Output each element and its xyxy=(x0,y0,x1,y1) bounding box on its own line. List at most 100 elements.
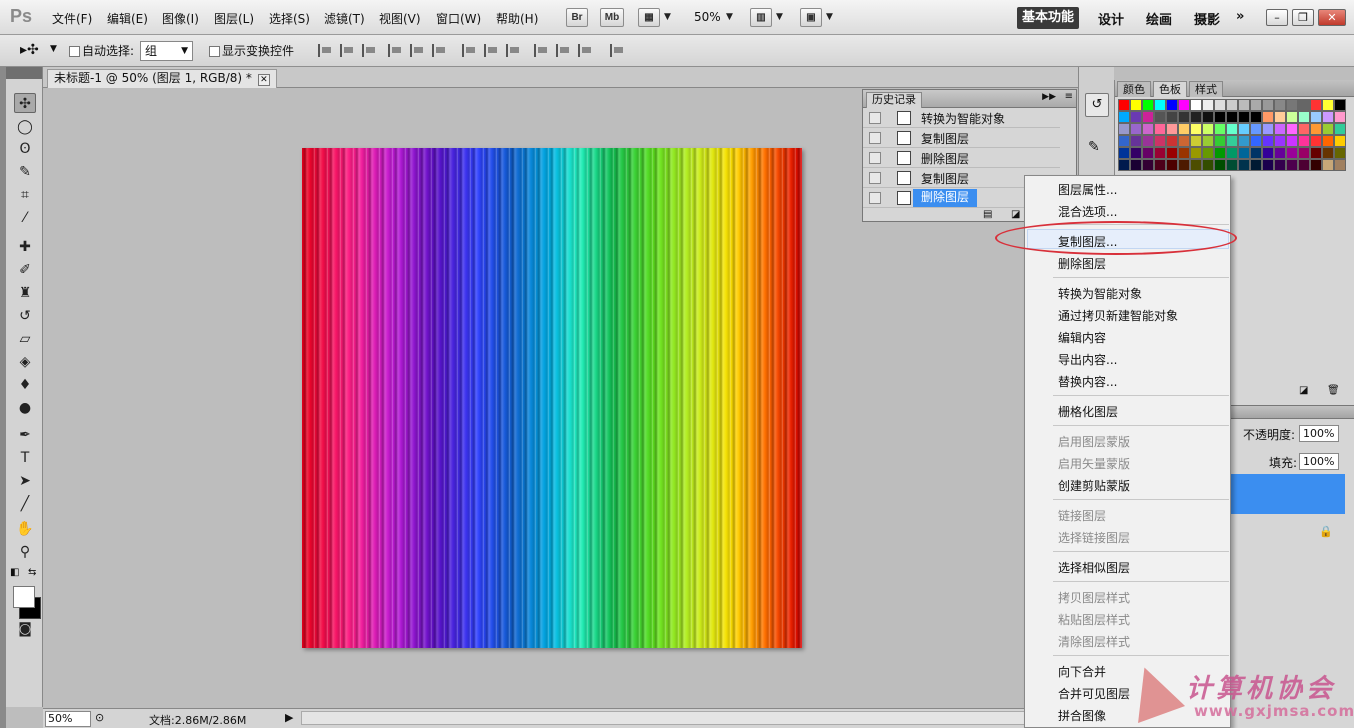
color-swatch[interactable] xyxy=(1130,111,1142,123)
tab-color[interactable]: 颜色 xyxy=(1117,81,1151,97)
color-swatch[interactable] xyxy=(1310,111,1322,123)
hand-icon[interactable]: ✋ xyxy=(14,519,36,539)
default-colors-icon[interactable]: ◧ xyxy=(10,567,19,578)
color-swatch[interactable] xyxy=(1142,111,1154,123)
close-icon[interactable]: ✕ xyxy=(1318,9,1346,26)
lasso-icon[interactable]: ʘ xyxy=(14,139,36,159)
color-swatch[interactable] xyxy=(1190,111,1202,123)
tab-swatches[interactable]: 色板 xyxy=(1153,81,1187,97)
color-swatch[interactable] xyxy=(1154,111,1166,123)
color-swatch[interactable] xyxy=(1262,99,1274,111)
color-swatch[interactable] xyxy=(1178,111,1190,123)
color-swatch[interactable] xyxy=(1286,147,1298,159)
more-workspaces-icon[interactable]: » xyxy=(1236,9,1244,24)
align-bottom-icon[interactable] xyxy=(362,44,376,57)
distribute-top-icon[interactable] xyxy=(462,44,476,57)
color-swatch[interactable] xyxy=(1202,135,1214,147)
menu-window[interactable]: 窗口(W) xyxy=(436,10,481,27)
color-swatch[interactable] xyxy=(1250,99,1262,111)
color-swatch[interactable] xyxy=(1238,147,1250,159)
align-vertical-center-icon[interactable] xyxy=(340,44,354,57)
color-swatch[interactable] xyxy=(1226,159,1238,171)
workspace-photography[interactable]: 摄影 xyxy=(1194,9,1220,28)
color-swatch[interactable] xyxy=(1214,123,1226,135)
chevron-down-icon[interactable]: ▼ xyxy=(826,12,833,22)
color-swatch[interactable] xyxy=(1130,99,1142,111)
color-swatch[interactable] xyxy=(1226,123,1238,135)
color-swatch[interactable] xyxy=(1154,159,1166,171)
color-swatch[interactable] xyxy=(1190,123,1202,135)
swap-colors-icon[interactable]: ⇆ xyxy=(28,567,36,578)
delete-swatch-icon[interactable]: 🗑 xyxy=(1327,385,1340,396)
color-swatch[interactable] xyxy=(1142,147,1154,159)
new-swatch-icon[interactable]: ◪ xyxy=(1299,385,1308,396)
history-tab[interactable]: 历史记录 xyxy=(866,92,922,108)
color-swatch[interactable] xyxy=(1118,135,1130,147)
color-swatch[interactable] xyxy=(1190,159,1202,171)
color-swatch[interactable] xyxy=(1118,111,1130,123)
close-icon[interactable]: ✕ xyxy=(257,74,270,86)
align-top-icon[interactable] xyxy=(318,44,332,57)
color-swatch[interactable] xyxy=(1298,99,1310,111)
color-swatch[interactable] xyxy=(1298,123,1310,135)
history-snapshot-checkbox[interactable] xyxy=(869,172,881,184)
color-swatch[interactable] xyxy=(1130,135,1142,147)
workspace-essentials[interactable]: 基本功能 xyxy=(1017,7,1079,29)
eraser-icon[interactable]: ▱ xyxy=(14,329,36,349)
color-swatch[interactable] xyxy=(1262,147,1274,159)
color-swatch[interactable] xyxy=(1334,123,1346,135)
color-swatch[interactable] xyxy=(1166,99,1178,111)
color-swatch[interactable] xyxy=(1118,147,1130,159)
color-swatch[interactable] xyxy=(1202,111,1214,123)
menu-select[interactable]: 选择(S) xyxy=(269,10,310,27)
dodge-icon[interactable]: ● xyxy=(14,398,36,418)
chevron-down-icon[interactable]: ▼ xyxy=(776,12,783,22)
color-swatch[interactable] xyxy=(1286,123,1298,135)
color-swatch[interactable] xyxy=(1154,147,1166,159)
chevron-down-icon[interactable]: ▼ xyxy=(50,44,57,54)
zoom-tool-icon[interactable]: ⚲ xyxy=(14,542,36,562)
color-swatch[interactable] xyxy=(1190,147,1202,159)
mini-bridge-button[interactable]: Mb xyxy=(600,8,624,27)
align-left-icon[interactable] xyxy=(388,44,402,57)
color-swatch[interactable] xyxy=(1274,159,1286,171)
eyedropper-icon[interactable]: ⁄ xyxy=(14,208,36,228)
tools-panel-header[interactable] xyxy=(6,67,42,79)
color-swatch[interactable] xyxy=(1274,135,1286,147)
menu-delete-layer[interactable]: 删除图层 xyxy=(1058,255,1106,272)
screen-mode-icon[interactable]: ▣ xyxy=(800,8,822,27)
auto-select-checkbox[interactable] xyxy=(69,46,80,57)
menu-image[interactable]: 图像(I) xyxy=(162,10,199,27)
new-snapshot-icon[interactable]: ◪ xyxy=(1011,209,1020,220)
color-swatch[interactable] xyxy=(1166,135,1178,147)
menu-edit[interactable]: 编辑(E) xyxy=(107,10,148,27)
chevron-down-icon[interactable]: ▼ xyxy=(726,12,733,22)
extras-icon[interactable]: ▦ xyxy=(638,8,660,27)
move-tool-icon[interactable]: ✣ xyxy=(14,93,36,113)
horizontal-scrollbar[interactable] xyxy=(301,711,1071,725)
color-swatch[interactable] xyxy=(1298,111,1310,123)
zoom-field[interactable]: 50% xyxy=(45,711,91,727)
color-swatch[interactable] xyxy=(1334,135,1346,147)
menu-filter[interactable]: 滤镜(T) xyxy=(324,10,365,27)
color-swatch[interactable] xyxy=(1286,99,1298,111)
color-swatch[interactable] xyxy=(1166,123,1178,135)
path-selection-icon[interactable]: ➤ xyxy=(14,471,36,491)
color-swatch[interactable] xyxy=(1154,123,1166,135)
foreground-color-swatch[interactable] xyxy=(13,586,35,608)
color-swatch[interactable] xyxy=(1322,99,1334,111)
menu-convert-smart-object[interactable]: 转换为智能对象 xyxy=(1058,285,1142,302)
history-panel-icon[interactable]: ↺ xyxy=(1085,93,1109,117)
color-swatch[interactable] xyxy=(1286,159,1298,171)
color-swatch[interactable] xyxy=(1118,159,1130,171)
color-swatch[interactable] xyxy=(1166,111,1178,123)
color-swatch[interactable] xyxy=(1262,159,1274,171)
color-swatch[interactable] xyxy=(1226,147,1238,159)
color-swatch[interactable] xyxy=(1178,135,1190,147)
color-swatch[interactable] xyxy=(1154,135,1166,147)
blur-icon[interactable]: ♦ xyxy=(14,375,36,395)
rainbow-stripes-image[interactable] xyxy=(302,148,802,648)
color-swatch[interactable] xyxy=(1226,135,1238,147)
menu-replace-contents[interactable]: 替换内容... xyxy=(1058,373,1117,390)
minimize-icon[interactable]: – xyxy=(1266,9,1288,26)
